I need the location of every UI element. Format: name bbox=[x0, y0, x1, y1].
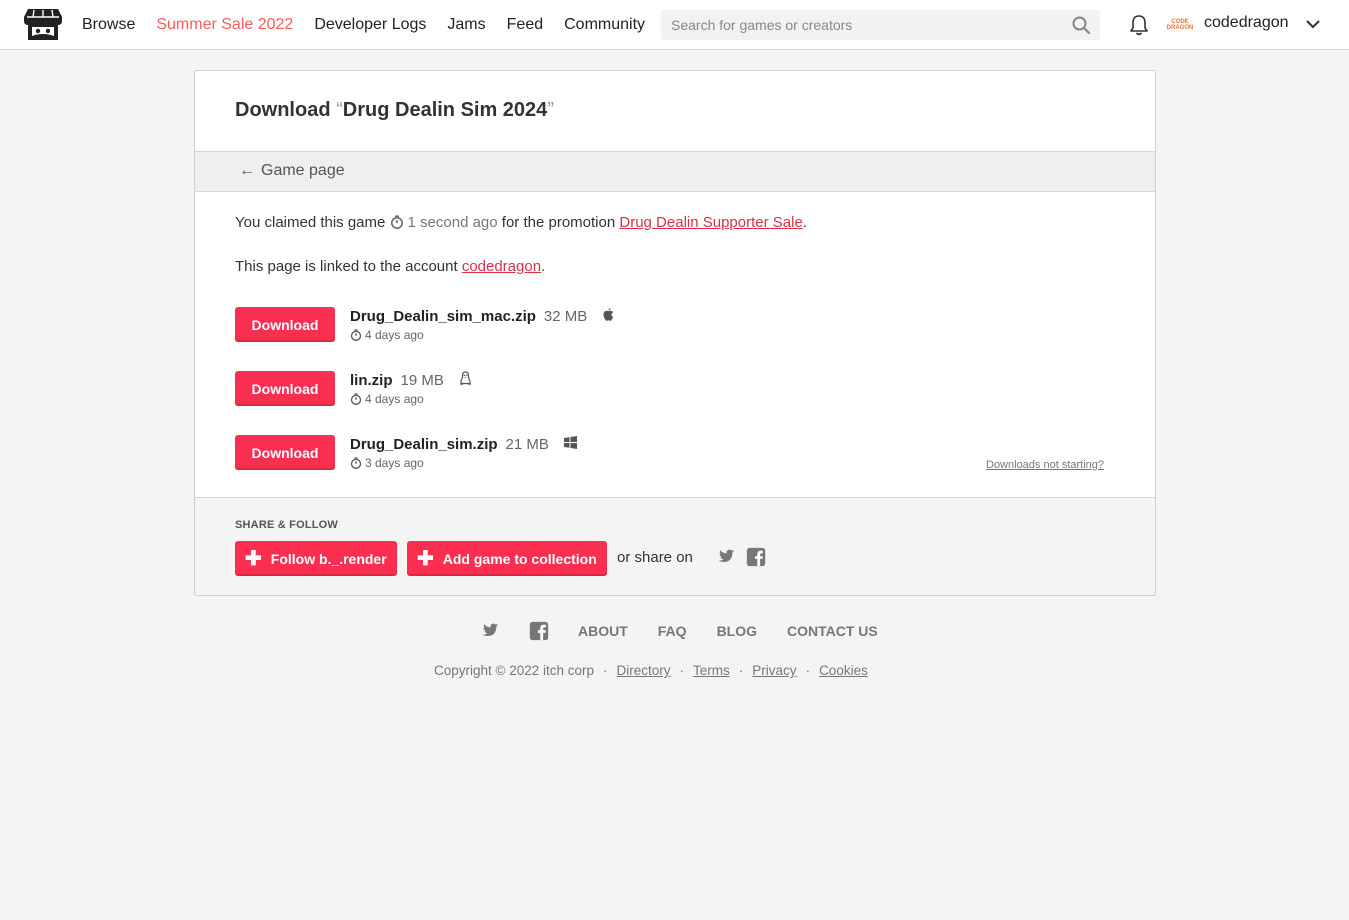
avatar-text-line-2: DRAGON bbox=[1166, 25, 1194, 31]
terms-link[interactable]: Terms bbox=[693, 663, 730, 678]
add-to-collection-button[interactable]: ✚ Add game to collection bbox=[407, 541, 607, 576]
separator: · bbox=[805, 663, 811, 678]
nav-feed[interactable]: Feed bbox=[507, 16, 543, 34]
search-box bbox=[661, 10, 1100, 40]
or-share-text: or share on bbox=[617, 549, 693, 566]
game-page-link-label: Game page bbox=[261, 162, 345, 179]
linked-prefix: This page is linked to the account bbox=[235, 258, 458, 275]
file-date: 3 days ago bbox=[350, 456, 424, 470]
file-info: Drug_Dealin_sim.zip 21 MB bbox=[350, 435, 578, 453]
download-row: Download Drug_Dealin_sim.zip 21 MB 3 days… bbox=[235, 435, 1115, 475]
promotion-link[interactable]: Drug Dealin Supporter Sale bbox=[619, 214, 802, 231]
file-name: Drug_Dealin_sim.zip bbox=[350, 436, 498, 453]
site-header: Browse Summer Sale 2022 Developer Logs J… bbox=[0, 0, 1349, 50]
avatar[interactable]: CODE DRAGON bbox=[1166, 12, 1194, 38]
main-nav: Browse Summer Sale 2022 Developer Logs J… bbox=[82, 0, 666, 50]
file-name: lin.zip bbox=[350, 372, 393, 389]
cookies-link[interactable]: Cookies bbox=[819, 663, 868, 678]
nav-community[interactable]: Community bbox=[564, 16, 645, 34]
file-date-text: 4 days ago bbox=[365, 328, 424, 342]
game-title: Drug Dealin Sim 2024 bbox=[342, 99, 548, 121]
file-date: 4 days ago bbox=[350, 392, 424, 406]
file-size: 32 MB bbox=[543, 308, 588, 325]
file-date-text: 4 days ago bbox=[365, 392, 424, 406]
windows-icon bbox=[564, 436, 578, 449]
privacy-link[interactable]: Privacy bbox=[752, 663, 796, 678]
facebook-icon[interactable] bbox=[528, 620, 550, 642]
downloads-not-starting-link[interactable]: Downloads not starting? bbox=[986, 459, 1104, 471]
sub-nav-bar: ← Game page bbox=[195, 151, 1155, 192]
stopwatch-icon bbox=[390, 215, 403, 229]
copyright-text: Copyright © 2022 itch corp bbox=[434, 663, 595, 678]
claimed-notice: You claimed this game 1 second ago for t… bbox=[235, 214, 807, 231]
arrow-left-icon: ← bbox=[239, 162, 255, 179]
stopwatch-icon bbox=[350, 457, 362, 469]
facebook-icon[interactable] bbox=[745, 546, 767, 568]
claimed-time: 1 second ago bbox=[407, 214, 498, 231]
claimed-middle: for the promotion bbox=[501, 214, 616, 231]
username[interactable]: codedragon bbox=[1204, 14, 1289, 32]
separator: · bbox=[603, 663, 608, 678]
follow-button-label: Follow b._.render bbox=[270, 550, 387, 567]
footer-faq-link[interactable]: FAQ bbox=[658, 623, 687, 639]
file-date: 4 days ago bbox=[350, 328, 424, 342]
download-row: Download Drug_Dealin_sim_mac.zip 32 MB 4 … bbox=[235, 307, 1115, 347]
footer-blog-link[interactable]: BLOG bbox=[717, 623, 757, 639]
share-label: SHARE & FOLLOW bbox=[235, 519, 339, 531]
search-icon[interactable] bbox=[1072, 16, 1090, 34]
title-prefix: Download bbox=[235, 99, 331, 121]
search-input[interactable] bbox=[661, 10, 1061, 40]
open-quote: “ bbox=[336, 99, 343, 121]
linked-suffix: . bbox=[541, 258, 546, 275]
nav-jams[interactable]: Jams bbox=[447, 16, 485, 34]
itch-logo-icon[interactable] bbox=[23, 7, 63, 43]
separator: · bbox=[679, 663, 685, 678]
file-name: Drug_Dealin_sim_mac.zip bbox=[350, 308, 536, 325]
notifications-bell-icon[interactable] bbox=[1129, 14, 1149, 36]
download-button[interactable]: Download bbox=[235, 371, 335, 406]
copyright-line: Copyright © 2022 itch corp · Directory · Ter… bbox=[434, 663, 868, 678]
plus-icon: ✚ bbox=[417, 547, 434, 570]
twitter-icon[interactable] bbox=[714, 546, 736, 568]
file-size: 19 MB bbox=[400, 372, 444, 389]
linux-icon bbox=[460, 371, 471, 386]
apple-icon bbox=[603, 308, 614, 321]
directory-link[interactable]: Directory bbox=[617, 663, 671, 678]
separator: · bbox=[738, 663, 744, 678]
account-link[interactable]: codedragon bbox=[462, 258, 541, 275]
download-button[interactable]: Download bbox=[235, 307, 335, 342]
footer-about-link[interactable]: ABOUT bbox=[578, 623, 628, 639]
nav-summer-sale[interactable]: Summer Sale 2022 bbox=[156, 16, 293, 34]
twitter-icon[interactable] bbox=[478, 620, 500, 642]
file-size: 21 MB bbox=[505, 436, 549, 453]
download-row: Download lin.zip 19 MB 4 days ago bbox=[235, 371, 1115, 411]
nav-developer-logs[interactable]: Developer Logs bbox=[314, 16, 426, 34]
download-card: Download “Drug Dealin Sim 2024” ← Game p… bbox=[194, 70, 1156, 596]
plus-icon: ✚ bbox=[245, 547, 262, 570]
share-section: SHARE & FOLLOW ✚ Follow b._.render ✚ Add… bbox=[195, 497, 1155, 595]
footer-contact-link[interactable]: CONTACT US bbox=[787, 623, 878, 639]
add-to-collection-label: Add game to collection bbox=[442, 550, 597, 567]
claimed-suffix: . bbox=[802, 214, 807, 231]
file-info: Drug_Dealin_sim_mac.zip 32 MB bbox=[350, 307, 616, 325]
linked-account-notice: This page is linked to the account coded… bbox=[235, 258, 545, 275]
game-page-link[interactable]: ← Game page bbox=[239, 162, 345, 180]
download-button[interactable]: Download bbox=[235, 435, 335, 470]
chevron-down-icon[interactable] bbox=[1305, 18, 1321, 30]
file-info: lin.zip 19 MB bbox=[350, 371, 473, 389]
nav-browse[interactable]: Browse bbox=[82, 16, 135, 34]
close-quote: ” bbox=[547, 99, 554, 121]
file-date-text: 3 days ago bbox=[365, 456, 424, 470]
follow-button[interactable]: ✚ Follow b._.render bbox=[235, 541, 397, 576]
stopwatch-icon bbox=[350, 329, 362, 341]
stopwatch-icon bbox=[350, 393, 362, 405]
footer-links: ABOUT FAQ BLOG CONTACT US bbox=[478, 619, 908, 643]
page-title: Download “Drug Dealin Sim 2024” bbox=[235, 99, 554, 122]
claimed-prefix: You claimed this game bbox=[235, 214, 386, 231]
